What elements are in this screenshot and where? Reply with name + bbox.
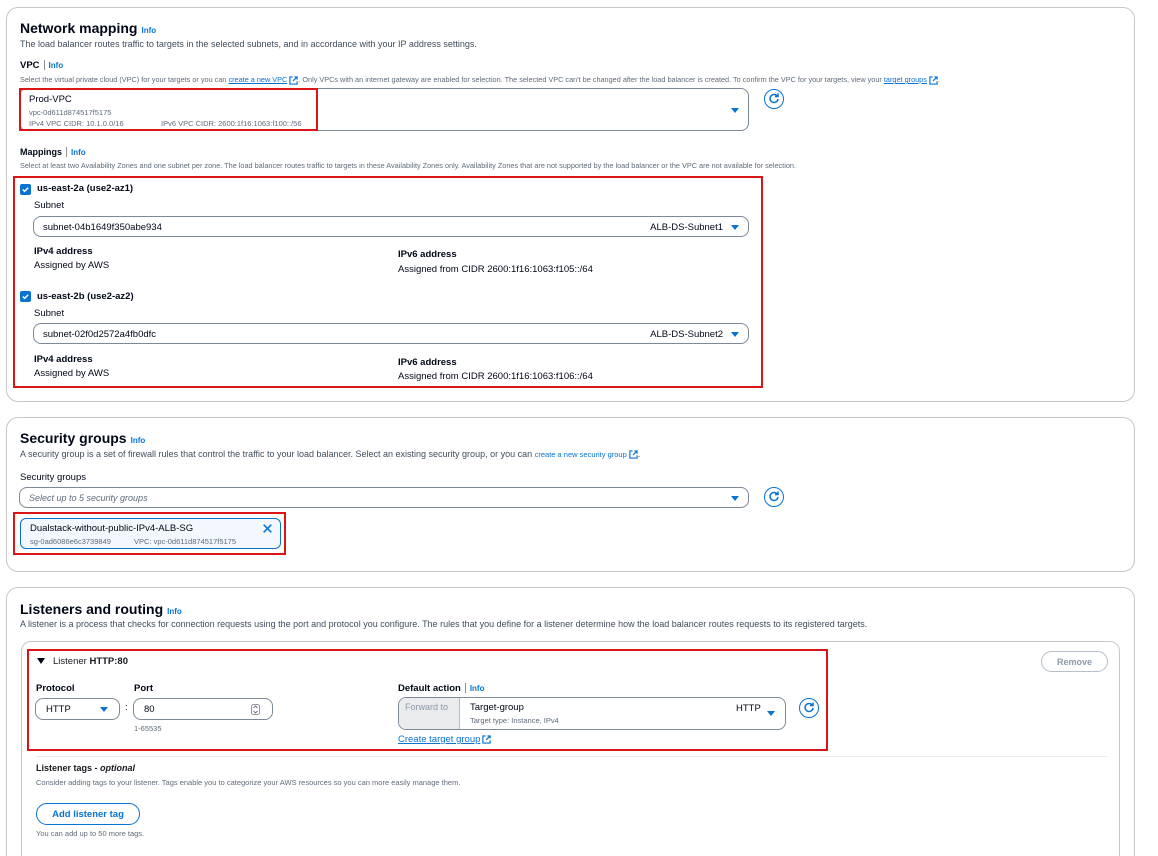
- mappings-desc: Select at least two Availability Zones a…: [20, 161, 796, 170]
- info-link[interactable]: Info: [167, 607, 182, 616]
- mappings-info-link[interactable]: Info: [71, 148, 86, 157]
- chevron-down-icon: [731, 496, 739, 501]
- listeners-desc: A listener is a process that checks for …: [20, 619, 868, 629]
- highlight-vpc: [19, 88, 318, 131]
- listener-tags-desc: Consider adding tags to your listener. T…: [36, 778, 461, 787]
- security-groups-title: Security groups: [20, 430, 127, 446]
- chevron-down-icon: [731, 108, 739, 113]
- highlight-mappings: [13, 176, 763, 388]
- external-link-icon: [629, 450, 638, 459]
- mappings-label: Mappings: [20, 147, 62, 157]
- security-groups-select[interactable]: Select up to 5 security groups: [19, 487, 749, 508]
- add-listener-tag-button[interactable]: Add listener tag: [36, 803, 140, 825]
- listeners-title: Listeners and routing: [20, 601, 164, 617]
- security-groups-placeholder: Select up to 5 security groups: [29, 493, 148, 503]
- refresh-security-groups-button[interactable]: [764, 487, 784, 507]
- divider: [36, 756, 1107, 757]
- network-mapping-title: Network mapping: [20, 20, 138, 36]
- divider: [66, 147, 67, 158]
- refresh-vpc-button[interactable]: [764, 89, 784, 109]
- refresh-icon: [769, 93, 779, 104]
- external-link-icon: [929, 75, 938, 85]
- listener-tags-label: Listener tags - optional: [36, 763, 136, 773]
- create-vpc-link[interactable]: create a new VPC: [228, 75, 287, 84]
- refresh-icon: [769, 491, 779, 502]
- network-mapping-desc: The load balancer routes traffic to targ…: [20, 39, 477, 49]
- security-groups-desc: A security group is a set of firewall ru…: [20, 449, 641, 459]
- listener-tags-hint: You can add up to 50 more tags.: [36, 829, 145, 838]
- divider: [43, 60, 45, 71]
- create-security-group-link[interactable]: create a new security group: [535, 450, 627, 459]
- info-link[interactable]: Info: [141, 26, 156, 35]
- highlight-listener: [27, 649, 828, 751]
- security-groups-field-label: Security groups: [20, 472, 87, 483]
- vpc-desc: Select the virtual private cloud (VPC) f…: [20, 75, 940, 85]
- vpc-label: VPC: [20, 60, 40, 71]
- target-groups-link[interactable]: target groups: [884, 75, 927, 84]
- info-link[interactable]: Info: [131, 436, 146, 445]
- highlight-security-group: [13, 512, 286, 555]
- vpc-info-link[interactable]: Info: [49, 61, 64, 70]
- remove-button[interactable]: Remove: [1041, 651, 1108, 672]
- external-link-icon: [289, 75, 298, 85]
